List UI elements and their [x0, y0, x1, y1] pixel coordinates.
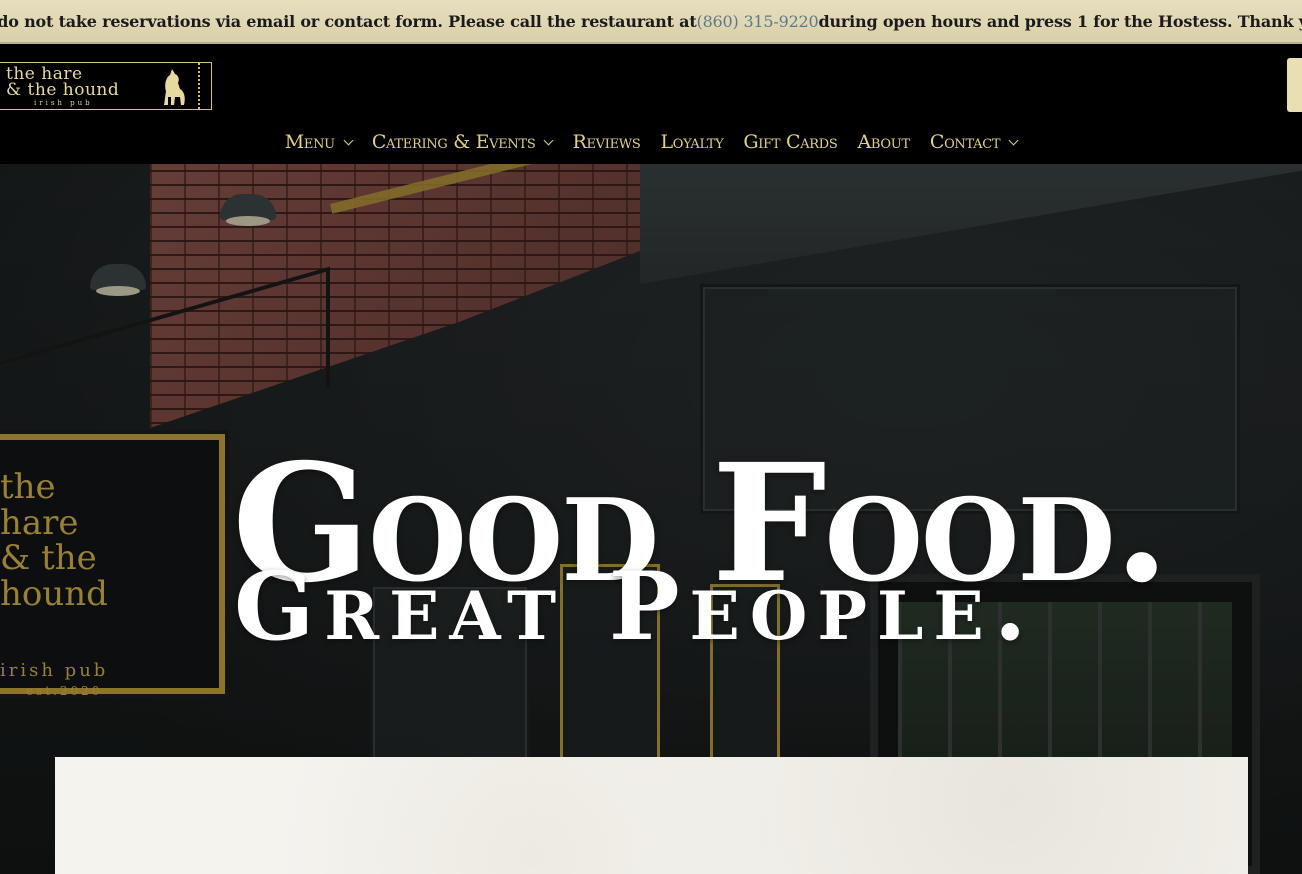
hero-subhead: Great People.: [234, 552, 1037, 663]
notice-text-before: We do not take reservations via email or…: [0, 11, 697, 31]
chevron-down-icon: [343, 135, 354, 145]
nav-item-gift-cards[interactable]: Gift Cards: [743, 131, 837, 153]
notice-text-after: during open hours and press 1 for the Ho…: [818, 11, 1302, 31]
notice-phone-link[interactable]: (860) 315-9220: [697, 12, 819, 31]
nav-item-menu[interactable]: Menu: [285, 131, 354, 153]
hound-logo-icon: [164, 69, 185, 105]
site-logo[interactable]: the hare & the hound irish pub: [0, 62, 212, 110]
content-card: [55, 757, 1248, 874]
reservation-notice-bar: We do not take reservations via email or…: [0, 0, 1302, 44]
nav-item-reviews[interactable]: Reviews: [572, 131, 640, 153]
nav-item-loyalty[interactable]: Loyalty: [660, 131, 723, 153]
hero-section: the hare & the hound irish pub est.2020 …: [0, 164, 1302, 874]
nav-item-about[interactable]: About: [858, 131, 911, 153]
main-nav: Menu Catering & Events Reviews Loyalty G…: [0, 124, 1302, 160]
logo-line-irish-pub: irish pub: [34, 98, 93, 107]
chevron-down-icon: [544, 135, 554, 145]
nav-item-contact[interactable]: Contact: [930, 131, 1019, 153]
chevron-down-icon: [1008, 135, 1019, 145]
header-side-button[interactable]: [1287, 58, 1302, 112]
logo-line-hound: & the hound: [6, 79, 120, 100]
site-header: the hare & the hound irish pub Menu Cate…: [0, 44, 1302, 164]
celtic-knot-icon: [198, 63, 212, 109]
nav-item-catering-events[interactable]: Catering & Events: [372, 131, 554, 153]
